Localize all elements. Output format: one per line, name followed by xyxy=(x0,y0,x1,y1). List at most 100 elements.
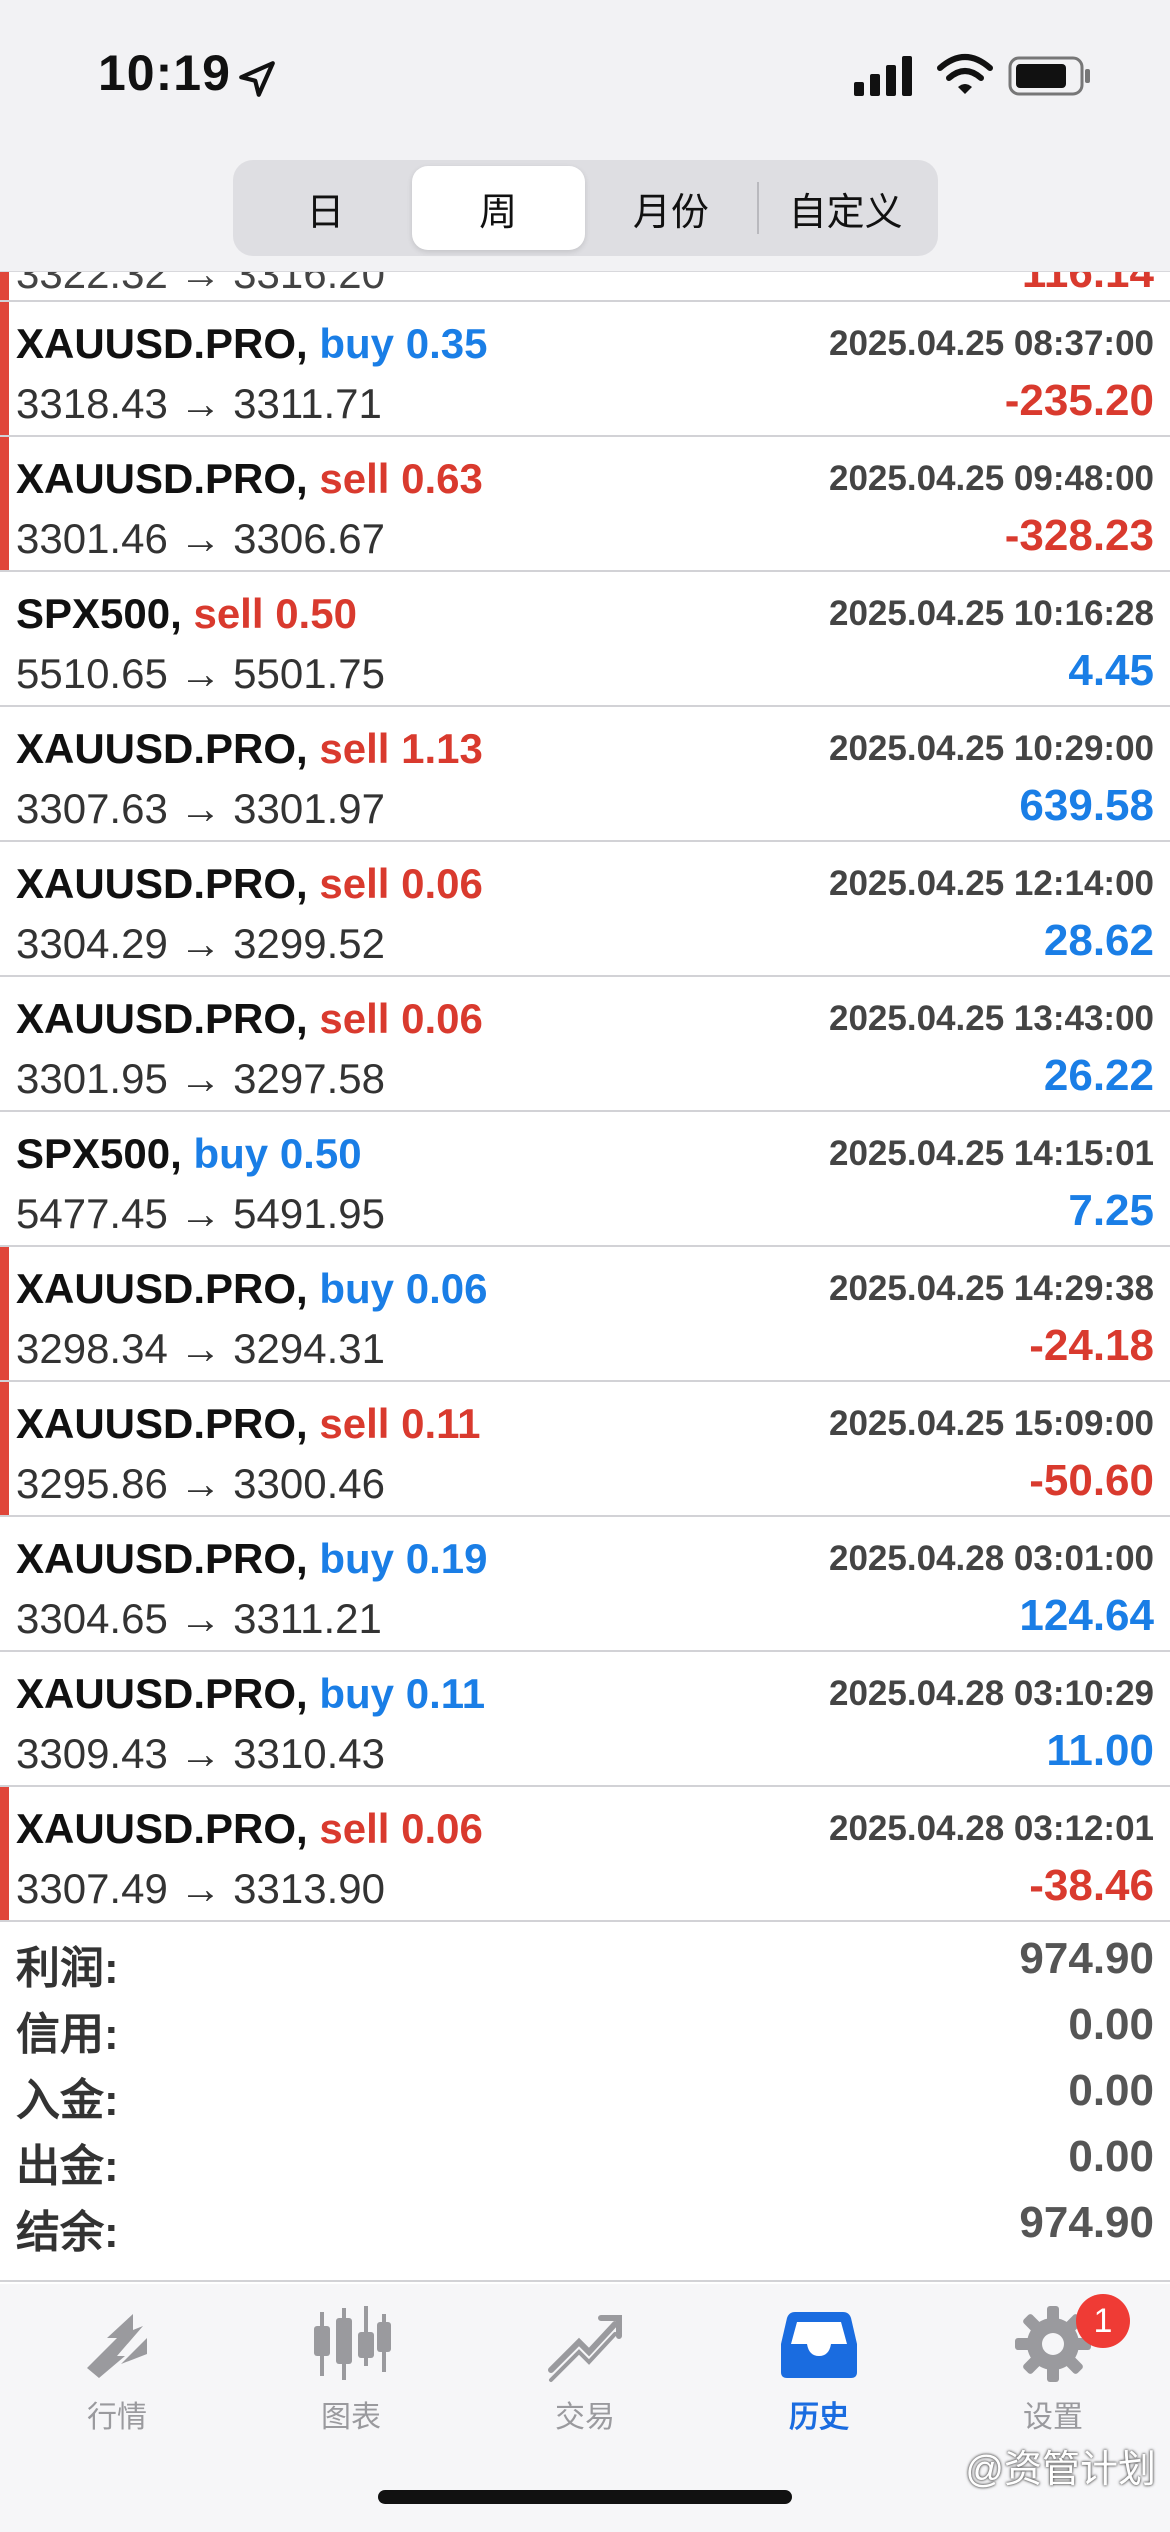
trade-profit: 116.14 xyxy=(1021,272,1154,297)
history-inbox-icon xyxy=(781,2312,857,2378)
tab-trade[interactable]: 交易 xyxy=(468,2304,702,2444)
trade-symbol: XAUUSD.PRO, xyxy=(16,1400,308,1447)
watermark: @资管计划 xyxy=(965,2449,1156,2491)
trade-row[interactable]: XAUUSD.PRO, buy 0.06 2025.04.25 14:29:38 3… xyxy=(0,1247,1170,1382)
trade-time: 2025.04.28 03:10:29 xyxy=(829,1674,1154,1713)
trade-time: 2025.04.25 14:15:01 xyxy=(829,1134,1154,1173)
summary-value: 0.00 xyxy=(1068,2132,1154,2181)
trade-profit: 11.00 xyxy=(1046,1726,1154,1775)
trade-title: XAUUSD.PRO, buy 0.06 xyxy=(16,1265,487,1313)
trade-prices: 3295.86 → 3300.46 xyxy=(16,1460,385,1507)
tab-charts[interactable]: 图表 xyxy=(234,2304,468,2444)
tab-quotes[interactable]: 行情 xyxy=(0,2304,234,2444)
trade-trend-icon xyxy=(548,2315,622,2382)
trade-row[interactable]: XAUUSD.PRO, buy 0.11 2025.04.28 03:10:29 3… xyxy=(0,1652,1170,1787)
trade-row[interactable]: XAUUSD.PRO, buy 0.19 2025.04.28 03:01:00 3… xyxy=(0,1517,1170,1652)
segment-custom[interactable]: 自定义 xyxy=(759,166,932,250)
trade-row[interactable]: XAUUSD.PRO, sell 0.63 2025.04.25 09:48:00… xyxy=(0,437,1170,572)
trade-volume: 0.11 xyxy=(401,1400,481,1447)
summary-label: 利润: xyxy=(16,1944,119,1993)
trade-symbol: XAUUSD.PRO, xyxy=(16,1535,308,1582)
trade-history-list[interactable]: 3322.32 → 3316.20 116.14 XAUUSD.PRO, buy… xyxy=(0,272,1170,1922)
trade-volume: 1.13 xyxy=(401,725,483,772)
trade-time: 2025.04.25 09:48:00 xyxy=(829,459,1154,498)
trade-side: buy xyxy=(319,320,395,367)
tab-history[interactable]: 历史 xyxy=(702,2304,936,2444)
summary-row: 结余: 974.90 xyxy=(0,2196,1170,2262)
trade-profit: 4.45 xyxy=(1068,646,1154,695)
summary-value: 0.00 xyxy=(1068,2000,1154,2049)
trade-title: XAUUSD.PRO, sell 0.06 xyxy=(16,995,483,1043)
trade-time: 2025.04.28 03:01:00 xyxy=(829,1539,1154,1578)
trade-row[interactable]: XAUUSD.PRO, buy 0.35 2025.04.25 08:37:00 3… xyxy=(0,302,1170,437)
candlestick-chart-icon xyxy=(314,2306,391,2380)
tab-label: 行情 xyxy=(87,2401,147,2434)
trade-side: buy xyxy=(193,1130,269,1177)
trade-title: XAUUSD.PRO, buy 0.11 xyxy=(16,1670,485,1718)
trade-volume: 0.06 xyxy=(401,860,483,907)
trade-volume: 0.35 xyxy=(405,320,488,367)
trade-time: 2025.04.25 14:29:38 xyxy=(829,1269,1154,1308)
trade-prices: 5477.45 → 5491.95 xyxy=(16,1190,385,1237)
trade-symbol: XAUUSD.PRO, xyxy=(16,860,308,907)
trade-prices: 3307.49 → 3313.90 xyxy=(16,1865,385,1912)
status-bar: 10:19 xyxy=(0,0,1170,150)
trade-profit: 639.58 xyxy=(1019,781,1154,830)
trade-prices: 3322.32 → 3316.20 xyxy=(16,272,385,297)
trade-title: XAUUSD.PRO, buy 0.35 xyxy=(16,320,487,368)
summary-row: 出金: 0.00 xyxy=(0,2130,1170,2196)
trade-profit: -38.46 xyxy=(1029,1861,1154,1910)
trade-time: 2025.04.25 13:43:00 xyxy=(829,999,1154,1038)
trade-symbol: XAUUSD.PRO, xyxy=(16,320,308,367)
trade-symbol: SPX500, xyxy=(16,1130,182,1177)
trade-volume: 0.06 xyxy=(401,1805,483,1852)
summary-row: 信用: 0.00 xyxy=(0,1998,1170,2064)
trade-prices: 3318.43 → 3311.71 xyxy=(16,380,382,427)
period-segmented-control: 日 周 月份 自定义 xyxy=(233,160,938,256)
trade-title: XAUUSD.PRO, sell 1.13 xyxy=(16,725,483,773)
notification-badge: 1 xyxy=(1076,2294,1130,2348)
home-indicator[interactable] xyxy=(378,2490,792,2504)
trade-symbol: XAUUSD.PRO, xyxy=(16,1805,308,1852)
trade-side: sell xyxy=(319,995,390,1042)
trade-title: XAUUSD.PRO, sell 0.63 xyxy=(16,455,483,503)
trade-side: sell xyxy=(319,1805,390,1852)
summary-value: 974.90 xyxy=(1019,1934,1154,1983)
trade-profit: 124.64 xyxy=(1019,1591,1154,1640)
trade-prices: 5510.65 → 5501.75 xyxy=(16,650,385,697)
segment-week[interactable]: 周 xyxy=(411,166,585,250)
segment-day[interactable]: 日 xyxy=(239,166,412,250)
trade-row[interactable]: SPX500, sell 0.50 2025.04.25 10:16:28 5510… xyxy=(0,572,1170,707)
segment-month[interactable]: 月份 xyxy=(585,166,758,250)
trade-time: 2025.04.25 10:16:28 xyxy=(829,594,1154,633)
trade-symbol: SPX500, xyxy=(16,590,182,637)
trade-row[interactable]: XAUUSD.PRO, sell 0.06 2025.04.28 03:12:01… xyxy=(0,1787,1170,1922)
trade-prices: 3307.63 → 3301.97 xyxy=(16,785,385,832)
tab-settings[interactable]: 1 设置 xyxy=(936,2294,1170,2444)
trade-symbol: XAUUSD.PRO, xyxy=(16,1265,308,1312)
trade-side: sell xyxy=(193,590,264,637)
trade-volume: 0.11 xyxy=(405,1670,486,1717)
trade-row[interactable]: XAUUSD.PRO, sell 1.13 2025.04.25 10:29:00… xyxy=(0,707,1170,842)
trade-volume: 0.06 xyxy=(401,995,483,1042)
trade-row[interactable]: XAUUSD.PRO, sell 0.06 2025.04.25 12:14:00… xyxy=(0,842,1170,977)
trade-profit: -328.23 xyxy=(1004,511,1154,560)
trade-volume: 0.06 xyxy=(405,1265,488,1312)
tab-label: 图表 xyxy=(321,2401,381,2434)
trade-time: 2025.04.25 15:09:00 xyxy=(829,1404,1154,1443)
trade-side: buy xyxy=(319,1265,395,1312)
trade-row[interactable]: XAUUSD.PRO, sell 0.06 2025.04.25 13:43:00… xyxy=(0,977,1170,1112)
trade-time: 2025.04.25 12:14:00 xyxy=(829,864,1154,903)
summary-value: 974.90 xyxy=(1019,2198,1154,2247)
quotes-arrows-icon xyxy=(87,2314,147,2378)
trade-row[interactable]: XAUUSD.PRO, sell 0.11 2025.04.25 15:09:00… xyxy=(0,1382,1170,1517)
trade-profit: -235.20 xyxy=(1004,376,1154,425)
trade-title: XAUUSD.PRO, buy 0.19 xyxy=(16,1535,487,1583)
trade-prices: 3304.65 → 3311.21 xyxy=(16,1595,382,1642)
trade-profit: 26.22 xyxy=(1043,1051,1154,1100)
trade-time: 2025.04.25 10:29:00 xyxy=(829,729,1154,768)
trade-volume: 0.50 xyxy=(279,1130,362,1177)
trade-row-partial[interactable]: 3322.32 → 3316.20 116.14 xyxy=(0,272,1170,302)
trade-side: sell xyxy=(319,725,390,772)
trade-row[interactable]: SPX500, buy 0.50 2025.04.25 14:15:01 5477.… xyxy=(0,1112,1170,1247)
